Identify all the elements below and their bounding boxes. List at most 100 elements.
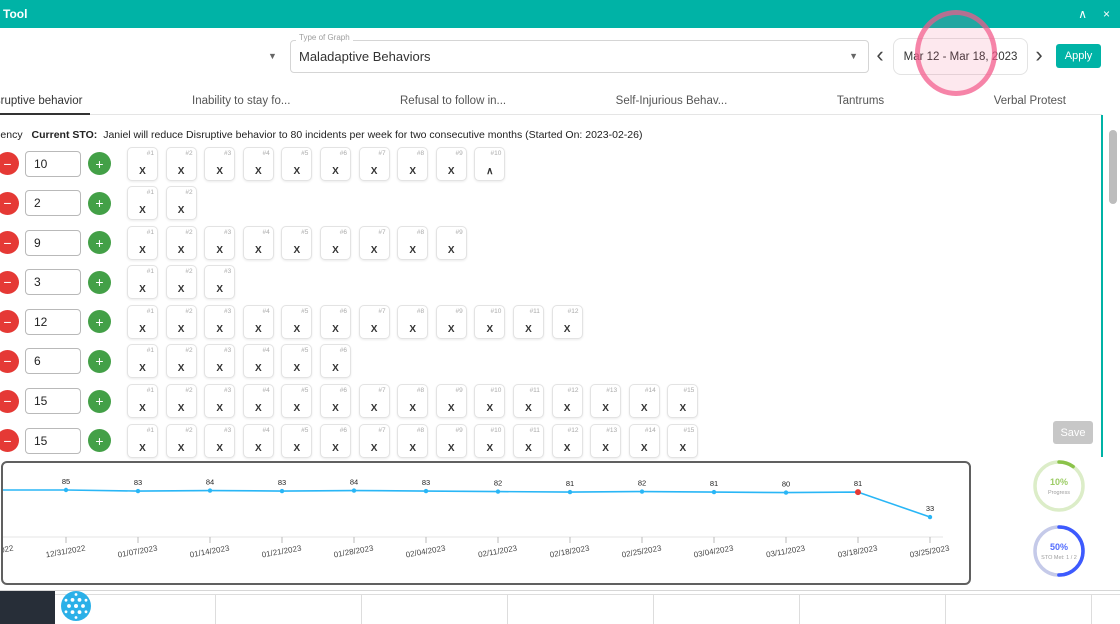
graph-type-select[interactable]: Type of Graph Maladaptive Behaviors ▼ xyxy=(290,40,869,73)
incident-card[interactable]: #4X xyxy=(243,305,274,339)
incident-card[interactable]: #5X xyxy=(281,344,312,378)
incident-card[interactable]: #3X xyxy=(204,424,235,458)
apply-button[interactable]: Apply xyxy=(1056,44,1101,68)
decrement-button[interactable]: − xyxy=(0,350,19,373)
chart-point-highlighted[interactable] xyxy=(855,489,861,495)
chart-point[interactable] xyxy=(424,489,428,493)
chart-point[interactable] xyxy=(352,488,356,492)
incident-card[interactable]: #2X xyxy=(166,147,197,181)
tab-verbal-protest[interactable]: Verbal Protest xyxy=(986,88,1074,115)
tab-self-injurious-behav[interactable]: Self-Injurious Behav... xyxy=(608,88,736,115)
incident-card[interactable]: #15X xyxy=(667,384,698,418)
incident-card[interactable]: #14X xyxy=(629,424,660,458)
incident-card[interactable]: #3X xyxy=(204,226,235,260)
incident-card[interactable]: #15X xyxy=(667,424,698,458)
incident-card[interactable]: #11X xyxy=(513,305,544,339)
next-week-button[interactable]: › xyxy=(1031,40,1047,72)
incident-card[interactable]: #14X xyxy=(629,384,660,418)
incident-card[interactable]: #12X xyxy=(552,424,583,458)
count-input[interactable] xyxy=(25,348,81,374)
incident-card[interactable]: #3X xyxy=(204,384,235,418)
incident-card[interactable]: #6X xyxy=(320,424,351,458)
incident-card[interactable]: #2X xyxy=(166,344,197,378)
count-input[interactable] xyxy=(25,428,81,454)
decrement-button[interactable]: − xyxy=(0,390,19,413)
incident-card[interactable]: #6X xyxy=(320,384,351,418)
incident-card[interactable]: #5X xyxy=(281,305,312,339)
incident-card[interactable]: #2X xyxy=(166,226,197,260)
chart-point[interactable] xyxy=(640,489,644,493)
tab-disruptive-behavior[interactable]: Disruptive behavior xyxy=(0,88,90,115)
incident-card[interactable]: #8X xyxy=(397,305,428,339)
decrement-button[interactable]: − xyxy=(0,152,19,175)
incident-card[interactable]: #6X xyxy=(320,147,351,181)
incident-card[interactable]: #11X xyxy=(513,384,544,418)
incident-card[interactable]: #9X xyxy=(436,424,467,458)
incident-card[interactable]: #6X xyxy=(320,226,351,260)
incident-card[interactable]: #8X xyxy=(397,147,428,181)
increment-button[interactable]: + xyxy=(88,429,111,452)
incident-card[interactable]: #4X xyxy=(243,147,274,181)
incident-card[interactable]: #8X xyxy=(397,424,428,458)
incident-card[interactable]: #10X xyxy=(474,424,505,458)
chart-point[interactable] xyxy=(136,489,140,493)
chart-point[interactable] xyxy=(208,488,212,492)
incident-card[interactable]: #13X xyxy=(590,384,621,418)
decrement-button[interactable]: − xyxy=(0,271,19,294)
tab-refusal-to-follow-in[interactable]: Refusal to follow in... xyxy=(392,88,514,115)
increment-button[interactable]: + xyxy=(88,310,111,333)
incident-card[interactable]: #1X xyxy=(127,226,158,260)
incident-card[interactable]: #4X xyxy=(243,226,274,260)
incident-card[interactable]: #3X xyxy=(204,305,235,339)
incident-card[interactable]: #2X xyxy=(166,384,197,418)
incident-card[interactable]: #3X xyxy=(204,344,235,378)
incident-card[interactable]: #2X xyxy=(166,265,197,299)
incident-card[interactable]: #8X xyxy=(397,226,428,260)
incident-card[interactable]: #3X xyxy=(204,147,235,181)
chart-point[interactable] xyxy=(928,515,932,519)
count-input[interactable] xyxy=(25,309,81,335)
chart-point[interactable] xyxy=(712,490,716,494)
incident-card[interactable]: #10X xyxy=(474,384,505,418)
incident-card[interactable]: #7X xyxy=(359,305,390,339)
incident-card[interactable]: #1X xyxy=(127,265,158,299)
incident-card[interactable]: #4X xyxy=(243,344,274,378)
increment-button[interactable]: + xyxy=(88,390,111,413)
incident-card[interactable]: #1X xyxy=(127,186,158,220)
incident-card[interactable]: #1X xyxy=(127,384,158,418)
collapse-icon[interactable]: ∧ xyxy=(1078,8,1087,20)
incident-card[interactable]: #8X xyxy=(397,384,428,418)
count-input[interactable] xyxy=(25,230,81,256)
incident-card[interactable]: #11X xyxy=(513,424,544,458)
incident-card[interactable]: #6X xyxy=(320,344,351,378)
incident-card[interactable]: #9X xyxy=(436,384,467,418)
incident-card[interactable]: #10X xyxy=(474,305,505,339)
incident-card[interactable]: #5X xyxy=(281,384,312,418)
incident-card[interactable]: #1X xyxy=(127,424,158,458)
vertical-scrollbar[interactable] xyxy=(1109,130,1117,204)
prev-week-button[interactable]: ‹ xyxy=(872,40,888,72)
close-icon[interactable]: × xyxy=(1103,8,1110,20)
incident-card[interactable]: #5X xyxy=(281,424,312,458)
tab-tantrums[interactable]: Tantrums xyxy=(829,88,892,115)
increment-button[interactable]: + xyxy=(88,350,111,373)
incident-card[interactable]: #7X xyxy=(359,424,390,458)
incident-card[interactable]: #2X xyxy=(166,186,197,220)
save-button[interactable]: Save xyxy=(1053,421,1093,444)
tab-inability-to-stay-fo[interactable]: Inability to stay fo... xyxy=(184,88,298,115)
count-input[interactable] xyxy=(25,388,81,414)
increment-button[interactable]: + xyxy=(88,231,111,254)
incident-card[interactable]: #9X xyxy=(436,305,467,339)
incident-card[interactable]: #9X xyxy=(436,147,467,181)
incident-card[interactable]: #5X xyxy=(281,147,312,181)
decrement-button[interactable]: − xyxy=(0,429,19,452)
incident-card[interactable]: #3X xyxy=(204,265,235,299)
date-range-input[interactable]: Mar 12 - Mar 18, 2023 xyxy=(893,38,1028,75)
count-input[interactable] xyxy=(25,151,81,177)
count-input[interactable] xyxy=(25,269,81,295)
incident-card[interactable]: #7X xyxy=(359,226,390,260)
incident-card[interactable]: #2X xyxy=(166,424,197,458)
increment-button[interactable]: + xyxy=(88,271,111,294)
chevron-down-icon[interactable]: ▼ xyxy=(268,51,277,61)
incident-card[interactable]: #7X xyxy=(359,384,390,418)
